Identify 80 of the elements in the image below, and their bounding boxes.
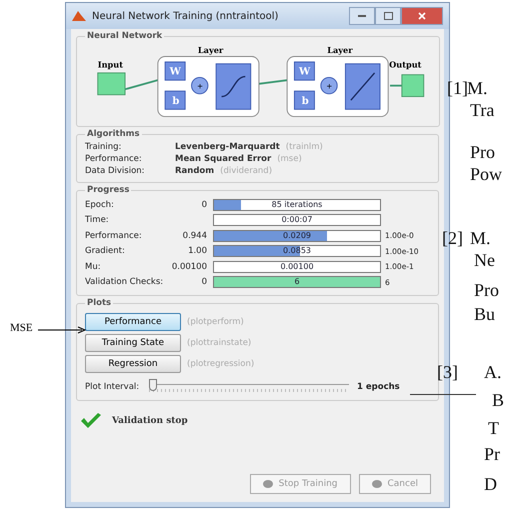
algorithm-value: Mean Squared Error bbox=[175, 153, 272, 165]
panel-title: Progress bbox=[86, 185, 130, 195]
panel-title: Algorithms bbox=[86, 129, 141, 139]
document-text: Pro bbox=[474, 280, 500, 300]
start-value: 0 bbox=[202, 277, 207, 288]
function-name: (plotregression) bbox=[187, 359, 254, 369]
annotation-label: MSE bbox=[10, 322, 33, 334]
panel-title: Plots bbox=[86, 298, 112, 308]
progress-label: Performance: bbox=[85, 230, 143, 241]
progress-label: Gradient: bbox=[85, 246, 126, 256]
document-text: B bbox=[492, 390, 504, 410]
maximize-button[interactable] bbox=[375, 7, 401, 25]
transfer-function-block bbox=[216, 63, 252, 110]
document-text: Pr bbox=[484, 444, 500, 464]
algorithm-value: Levenberg-Marquardt bbox=[175, 141, 280, 153]
sum-node: + bbox=[191, 77, 208, 94]
layer-label: Layer bbox=[198, 44, 224, 55]
plot-interval-slider[interactable] bbox=[149, 379, 349, 395]
panel-title: Neural Network bbox=[86, 31, 164, 41]
algorithm-label: Data Division: bbox=[85, 165, 146, 177]
status-text: Validation stop bbox=[112, 416, 188, 426]
plot-interval-reading: 1 epochs bbox=[357, 382, 400, 392]
document-text: M. bbox=[467, 78, 488, 98]
bias-block: b bbox=[164, 90, 186, 110]
close-button[interactable] bbox=[401, 7, 443, 25]
peak-logo-icon bbox=[72, 10, 86, 22]
start-value: 0.944 bbox=[182, 230, 207, 241]
output-label: Output bbox=[389, 59, 422, 70]
progress-reading: 85 iterations bbox=[270, 200, 324, 210]
close-icon bbox=[418, 12, 426, 20]
document-text: M. bbox=[470, 228, 491, 248]
algorithm-value: Random bbox=[175, 165, 214, 177]
algorithm-label: Performance: bbox=[85, 153, 143, 165]
input-label: Input bbox=[98, 59, 123, 70]
input-node bbox=[97, 72, 126, 96]
document-text: Ne bbox=[474, 250, 495, 270]
plot-interval-label: Plot Interval: bbox=[85, 382, 140, 392]
progress-reading: 0.0209 bbox=[282, 230, 312, 241]
check-icon bbox=[80, 413, 102, 429]
function-name: (plottrainstate) bbox=[187, 338, 252, 348]
document-text: Pow bbox=[470, 164, 502, 184]
document-text: Tra bbox=[470, 100, 494, 120]
progress-label: Time: bbox=[85, 215, 110, 226]
maximize-icon bbox=[384, 12, 392, 20]
bias-block: b bbox=[294, 90, 315, 110]
plot-button[interactable]: Performance bbox=[85, 313, 181, 331]
connector-line bbox=[124, 79, 158, 90]
function-name: (plotperform) bbox=[187, 317, 244, 327]
start-value: 0.00100 bbox=[172, 262, 207, 272]
document-text: D bbox=[484, 474, 497, 494]
sum-node: + bbox=[320, 77, 338, 94]
progress-reading: 6 bbox=[293, 277, 301, 288]
function-name: (mse) bbox=[277, 153, 302, 165]
start-value: 1.00 bbox=[188, 246, 207, 256]
document-text: A. bbox=[484, 362, 502, 382]
output-node bbox=[401, 74, 424, 98]
progress-label: Mu: bbox=[85, 262, 102, 272]
document-text: Bu bbox=[474, 304, 496, 324]
window-title: Neural Network Training (nntraintool) bbox=[92, 10, 278, 22]
leader-line bbox=[410, 394, 476, 395]
plot-button[interactable]: Regression bbox=[85, 355, 181, 373]
annotation-arrow bbox=[38, 326, 86, 334]
start-value: 0 bbox=[202, 200, 207, 210]
algorithm-label: Training: bbox=[85, 141, 122, 153]
minimize-button[interactable] bbox=[349, 7, 375, 25]
connector-line bbox=[390, 84, 402, 87]
document-text: T bbox=[488, 418, 499, 438]
function-name: (trainlm) bbox=[286, 141, 323, 153]
function-name: (dividerand) bbox=[220, 165, 272, 177]
progress-label: Validation Checks: bbox=[85, 277, 164, 288]
layer-label: Layer bbox=[327, 44, 353, 55]
progress-label: Epoch: bbox=[85, 200, 115, 210]
minimize-icon bbox=[358, 15, 366, 17]
transfer-function-block bbox=[344, 63, 380, 110]
plot-button[interactable]: Training State bbox=[85, 334, 181, 352]
connector-line bbox=[258, 79, 288, 85]
weight-block: W bbox=[294, 62, 315, 81]
weight-block: W bbox=[164, 62, 186, 81]
document-text: [3] bbox=[437, 362, 458, 382]
document-text: Pro bbox=[470, 142, 496, 162]
